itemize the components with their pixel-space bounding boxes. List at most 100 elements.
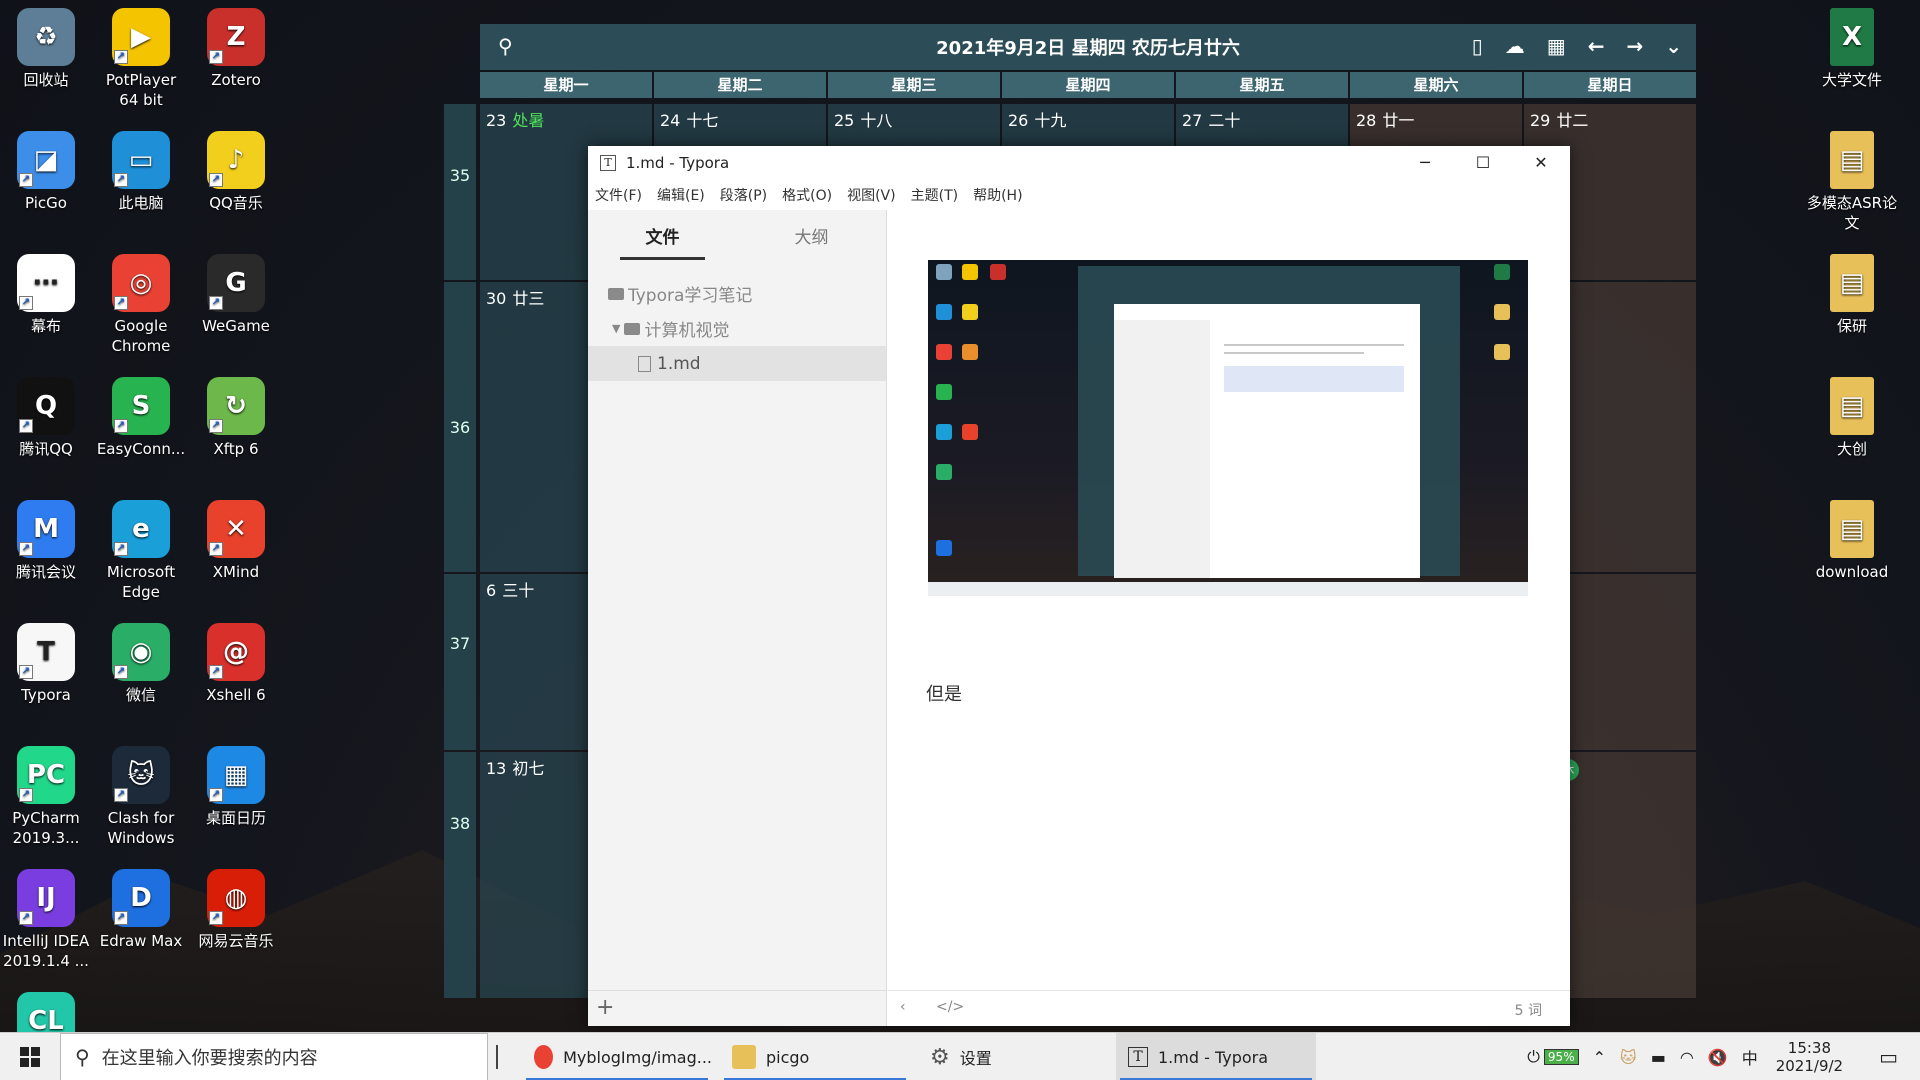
desktop-shortcut[interactable]: ♪ ↗ QQ音乐 [190,131,282,213]
desktop-file[interactable]: ▤ 多模态ASR论文 [1806,131,1898,233]
menu-theme[interactable]: 主题(T) [911,185,958,205]
desktop-shortcut[interactable]: IJ ↗ IntelliJ IDEA 2019.1.4 ... [0,869,92,971]
file-icon [638,355,651,372]
desktop-file[interactable]: ▤ download [1806,500,1898,582]
source-code-icon[interactable]: </> [936,999,964,1015]
maximize-button[interactable]: ☐ [1454,146,1512,180]
battery-indicator[interactable]: 95% [1543,1049,1579,1065]
minimize-button[interactable]: ─ [1396,146,1454,180]
menu-help[interactable]: 帮助(H) [973,185,1022,205]
desktop-shortcut[interactable]: 🐱 ↗ Clash for Windows [95,746,187,848]
taskbar-app-settings[interactable]: ⚙ 设置 [918,1033,1108,1080]
chevron-down-icon[interactable]: ⌄ [1665,34,1682,58]
pycharm-icon: PC ↗ [17,746,75,804]
taskbar-search-box[interactable]: ⚲ 在这里输入你要搜索的内容 [60,1033,488,1080]
chrome-icon: ◎ ↗ [112,254,170,312]
clock[interactable]: 15:38 2021/9/2 [1776,1039,1843,1075]
desktop-shortcut-label: PyCharm 2019.3... [12,809,80,847]
tree-folder[interactable]: Typora学习笔记 [588,276,886,311]
desktop-shortcut[interactable]: ▦ ↗ 桌面日历 [190,746,282,828]
editor-content[interactable]: 但是 [888,210,1570,990]
week-number-column: 35 36 37 38 [444,104,476,998]
folder-icon: ▤ [1830,500,1874,558]
desktop-shortcut[interactable]: ▭ ↗ 此电脑 [95,131,187,213]
word-count[interactable]: 5 词 [1515,1000,1542,1020]
weekday-label: 星期日 [1524,72,1696,98]
search-icon[interactable]: ⚲ [498,34,513,58]
desktop-shortcut[interactable]: ⋯ ↗ 幕布 [0,254,92,336]
desktop-shortcut[interactable]: @ ↗ Xshell 6 [190,623,282,705]
weekday-label: 星期一 [480,72,652,98]
window-title: 1.md - Typora [626,154,730,172]
volume-muted-icon[interactable]: 🔇 [1708,1048,1728,1067]
desktop-shortcut[interactable]: Z ↗ Zotero [190,8,282,90]
desktop-shortcut[interactable]: ▶ ↗ PotPlayer 64 bit [95,8,187,110]
chevron-left-icon[interactable]: ‹ [900,999,906,1015]
menu-format[interactable]: 格式(O) [782,185,832,205]
prev-arrow-icon[interactable]: ← [1588,34,1605,58]
desktop-shortcut[interactable]: D ↗ Edraw Max [95,869,187,951]
tree-folder[interactable]: ▼ 计算机视觉 [588,311,886,346]
desktop-shortcut[interactable]: e ↗ Microsoft Edge [95,500,187,602]
desktop-shortcut[interactable]: ♻ 回收站 [0,8,92,90]
wifi-icon[interactable]: ◠ [1680,1048,1694,1067]
window-titlebar[interactable]: T 1.md - Typora ─ ☐ ✕ [588,146,1570,180]
desktop-shortcut-label: 微信 [125,686,156,704]
day-number: 13 [486,759,507,778]
desktop-shortcut[interactable]: S ↗ EasyConn... [95,377,187,459]
ime-indicator[interactable]: 中 [1742,1045,1758,1069]
folder-icon [608,287,624,300]
battery-icon[interactable]: ▬ [1651,1048,1666,1067]
menu-edit[interactable]: 编辑(E) [657,185,705,205]
menu-file[interactable]: 文件(F) [595,185,642,205]
desktop-shortcut-label: Edraw Max [99,932,183,950]
cat-tray-icon[interactable]: 🐱 [1620,1048,1637,1067]
close-button[interactable]: ✕ [1512,146,1570,180]
start-button[interactable] [0,1033,60,1080]
desktop-shortcut[interactable]: G ↗ WeGame [190,254,282,336]
calendar-icon[interactable]: ▦ [1547,34,1566,58]
desktop-shortcut[interactable]: Q ↗ 腾讯QQ [0,377,92,459]
taskbar-app-explorer[interactable]: picgo [720,1033,910,1080]
lunar-date: 廿二 [1556,111,1589,130]
chevron-up-icon[interactable]: ⌃ [1593,1048,1606,1067]
shortcut-arrow-icon: ↗ [114,50,128,64]
taskbar-app-label: MyblogImg/imag... [563,1047,712,1067]
desktop-shortcut-label: IntelliJ IDEA 2019.1.4 ... [2,932,90,970]
tree-item-label: 计算机视觉 [644,321,730,341]
tab-files[interactable]: 文件 [588,210,737,266]
taskbar-app-typora[interactable]: T 1.md - Typora [1116,1033,1316,1080]
notification-icon[interactable]: ▭ [1879,1045,1898,1069]
desktop-shortcut[interactable]: PC ↗ PyCharm 2019.3... [0,746,92,848]
desktop-shortcut[interactable]: ◍ ↗ 网易云音乐 [190,869,282,951]
desktop-file[interactable]: ▤ 保研 [1806,254,1898,336]
desktop-file[interactable]: X 大学文件 [1806,8,1898,90]
cloud-icon[interactable]: ☁ [1505,34,1525,58]
tab-outline[interactable]: 大纲 [737,210,886,266]
phone-icon[interactable]: ▯ [1472,34,1483,58]
desktop-shortcut[interactable]: ◪ ↗ PicGo [0,131,92,213]
desktop-file[interactable]: ▤ 大创 [1806,377,1898,459]
desktop-shortcut[interactable]: ◎ ↗ Google Chrome [95,254,187,356]
chrome-icon [534,1045,554,1069]
clock-time: 15:38 [1787,1039,1832,1057]
plug-icon[interactable]: ⏻ [1527,1047,1540,1067]
tree-file[interactable]: 1.md [588,346,886,381]
day-number: 29 [1530,111,1551,130]
desktop-calendar-icon: ▦ ↗ [207,746,265,804]
menu-paragraph[interactable]: 段落(P) [720,185,767,205]
desktop-shortcut[interactable]: ↻ ↗ Xftp 6 [190,377,282,459]
shortcut-arrow-icon: ↗ [114,173,128,187]
add-file-button[interactable]: + [588,990,886,1026]
desktop-shortcut[interactable]: T ↗ Typora [0,623,92,705]
qq-icon: Q ↗ [17,377,75,435]
desktop-shortcut[interactable]: ◉ ↗ 微信 [95,623,187,705]
desktop-shortcut[interactable]: M ↗ 腾讯会议 [0,500,92,582]
paragraph-text[interactable]: 但是 [926,680,962,706]
typora-icon: T [600,155,616,171]
next-arrow-icon[interactable]: → [1626,34,1643,58]
week-number: 36 [444,282,476,572]
taskbar-app-chrome[interactable]: MyblogImg/imag... [522,1033,712,1080]
desktop-shortcut[interactable]: ✕ ↗ XMind [190,500,282,582]
menu-view[interactable]: 视图(V) [847,185,896,205]
